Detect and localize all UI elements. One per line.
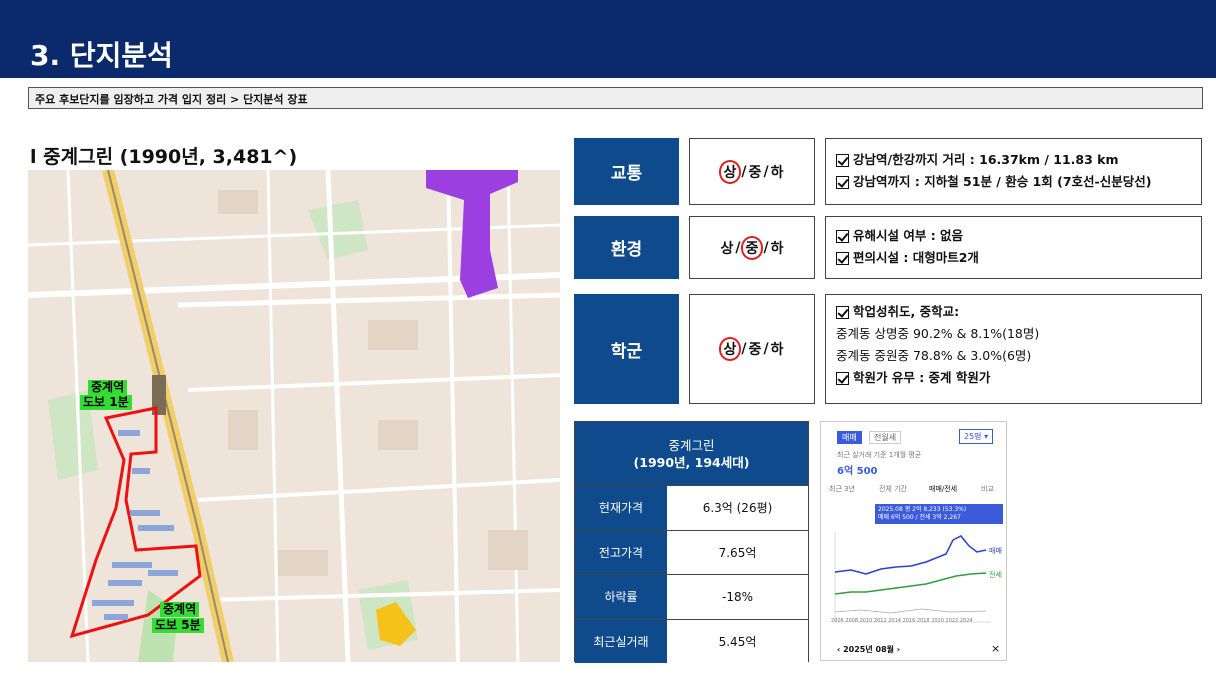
price-table-header: 중계그린 (1990년, 194세대) bbox=[575, 422, 808, 485]
row-label: 최근실거래 bbox=[575, 619, 667, 663]
grade-high: 상 bbox=[718, 337, 742, 361]
price-chart bbox=[834, 532, 991, 623]
complex-title: l 중계그린 (1990년, 3,481^) bbox=[30, 146, 298, 168]
grade-high: 상 bbox=[718, 159, 742, 184]
detail-transport: 강남역/한강까지 거리 : 16.37km / 11.83 km 강남역까지 :… bbox=[825, 138, 1202, 205]
category-environment: 환경 bbox=[574, 216, 679, 279]
complex-sub: (1990년, 194세대) bbox=[633, 454, 750, 470]
price-table: 중계그린 (1990년, 194세대) 현재가격 6.3억 (26평) 전고가격… bbox=[574, 421, 809, 663]
price-chart-card: 매매 전월세 25평 ▾ 최근 실거래 기준 1개월 평균 6억 500 최근 … bbox=[820, 421, 1007, 661]
map-graphic bbox=[28, 170, 560, 662]
table-row: 최근실거래 5.45억 bbox=[575, 618, 808, 663]
checkbox-icon bbox=[836, 251, 849, 265]
chevron-left-icon[interactable]: ‹ bbox=[837, 645, 840, 654]
station-walk-label: 도보 5분 bbox=[152, 618, 204, 633]
page-header: 3. 단지분석 bbox=[0, 0, 1216, 78]
checkbox-icon bbox=[836, 229, 849, 243]
row-value: 5.45억 bbox=[667, 619, 808, 663]
detail-line: 강남역까지 : 지하철 51분 / 환승 1회 (7호선-신분당선) bbox=[836, 171, 1191, 193]
page-title: 3. 단지분석 bbox=[30, 39, 173, 72]
detail-line: 강남역/한강까지 거리 : 16.37km / 11.83 km bbox=[836, 149, 1191, 171]
category-school: 학군 bbox=[574, 294, 679, 404]
row-label: 하락률 bbox=[575, 575, 667, 619]
detail-line: 학업성취도, 중학교: bbox=[836, 301, 1191, 323]
row-label: 현재가격 bbox=[575, 486, 667, 530]
grade-school: 상 / 중 / 하 bbox=[689, 294, 815, 404]
detail-school: 학업성취도, 중학교: 중계동 상명중 90.2% & 8.1%(18명) 중계… bbox=[825, 294, 1202, 404]
detail-line: 중계동 상명중 90.2% & 8.1%(18명) bbox=[836, 326, 1040, 341]
detail-line: 유해시설 여부 : 없음 bbox=[836, 225, 1191, 247]
checkbox-icon bbox=[836, 175, 849, 189]
detail-line: 학원가 유무 : 중계 학원가 bbox=[836, 367, 1191, 389]
detail-line: 편의시설 : 대형마트2개 bbox=[836, 247, 1191, 269]
chevron-down-icon: ▾ bbox=[984, 432, 989, 441]
row-label: 전고가격 bbox=[575, 530, 667, 574]
grade-low: 하 bbox=[770, 240, 784, 257]
chevron-right-icon[interactable]: › bbox=[897, 645, 900, 654]
legend-rent: 전세 bbox=[989, 571, 1002, 579]
table-row: 전고가격 7.65억 bbox=[575, 529, 808, 574]
complex-map[interactable]: 중계역 도보 1분 중계역 도보 5분 bbox=[28, 170, 560, 662]
checkbox-icon bbox=[836, 305, 849, 319]
tab-sale[interactable]: 매매 bbox=[837, 431, 862, 444]
complex-name: 중계그린 bbox=[668, 437, 715, 453]
row-value: 7.65억 bbox=[667, 530, 808, 574]
station-name-label: 중계역 bbox=[160, 602, 200, 617]
station-walk-label: 도보 1분 bbox=[80, 395, 132, 410]
breadcrumb: 주요 후보단지를 임장하고 가격 입지 정리 > 단지분석 장표 bbox=[28, 87, 1203, 109]
station-name-label: 중계역 bbox=[88, 380, 128, 395]
grade-high: 상 bbox=[720, 240, 734, 257]
grade-low: 하 bbox=[770, 342, 784, 358]
detail-line: 중계동 중원중 78.8% & 3.0%(6명) bbox=[836, 348, 1032, 363]
close-icon[interactable]: × bbox=[991, 642, 1000, 655]
table-row: 현재가격 6.3억 (26평) bbox=[575, 485, 808, 530]
chart-tooltip: 2025.08 평 2억 8,233 (53.3%) 매매 6억 500 / 전… bbox=[875, 504, 1003, 524]
chart-price: 6억 500 bbox=[837, 466, 878, 477]
grade-environment: 상 / 중 / 하 bbox=[689, 216, 815, 279]
grade-mid: 중 bbox=[740, 235, 764, 260]
detail-environment: 유해시설 여부 : 없음 편의시설 : 대형마트2개 bbox=[825, 216, 1202, 279]
grade-mid: 중 bbox=[748, 342, 762, 358]
legend-sale: 매매 bbox=[989, 547, 1002, 555]
tab-rent[interactable]: 전월세 bbox=[869, 431, 902, 444]
table-row: 하락률 -18% bbox=[575, 574, 808, 619]
row-value: 6.3억 (26평) bbox=[667, 486, 808, 530]
category-transport: 교통 bbox=[574, 138, 679, 205]
chart-x-axis: 2006 2008 2010 2012 2014 2016 2018 2020 … bbox=[831, 618, 973, 624]
area-select[interactable]: 25평 ▾ bbox=[959, 429, 994, 444]
period-tab[interactable]: 최근 3년 bbox=[829, 484, 855, 494]
grade-low: 하 bbox=[770, 164, 784, 181]
checkbox-icon bbox=[836, 153, 849, 167]
checkbox-icon bbox=[836, 371, 849, 385]
period-tab[interactable]: 전체 기간 bbox=[879, 484, 907, 494]
period-tab[interactable]: 매매/전세 bbox=[929, 484, 957, 494]
footer-date[interactable]: ‹ 2025년 08월 › bbox=[837, 644, 900, 655]
chart-caption: 최근 실거래 기준 1개월 평균 bbox=[837, 451, 922, 459]
row-value: -18% bbox=[667, 575, 808, 619]
period-tab[interactable]: 비교 bbox=[981, 484, 994, 494]
grade-mid: 중 bbox=[748, 164, 762, 181]
grade-transport: 상 / 중 / 하 bbox=[689, 138, 815, 205]
